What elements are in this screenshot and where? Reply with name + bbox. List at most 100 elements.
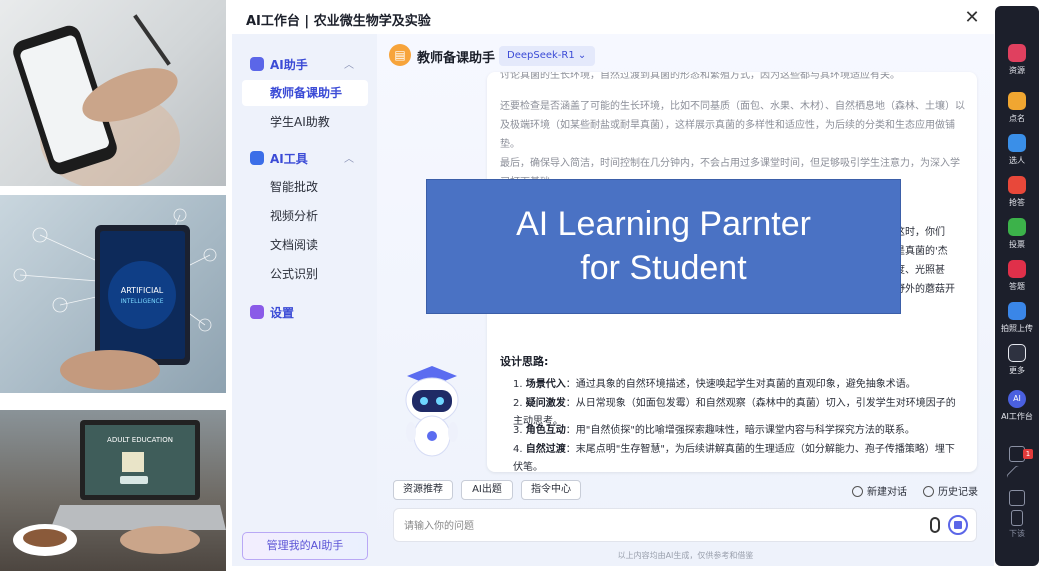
- history-label: 历史记录: [938, 487, 978, 498]
- design-item: 3. 角色互动：用"自然侦探"的比喻增强探索趣味性，暗示课堂内容与科学探究方法的…: [513, 422, 957, 440]
- pen-icon[interactable]: [1005, 464, 1029, 488]
- toolbar-label: 答题: [1009, 282, 1025, 291]
- sidebar-section-ai-tools[interactable]: AI工具 ︿: [250, 150, 354, 167]
- toolbar-label: AI工作台: [1001, 412, 1033, 421]
- notification-badge: 1: [1023, 449, 1033, 459]
- chevron-up-icon: ︿: [344, 60, 354, 71]
- section-label: AI工具: [270, 152, 308, 166]
- laptop-illustration: ADULT EDUCATION: [13, 420, 226, 556]
- sidebar-item-formula[interactable]: 公式识别: [242, 261, 368, 287]
- chat-input-box: [393, 508, 977, 542]
- toolbar-roll-call[interactable]: 点名: [995, 92, 1039, 124]
- robot-mascot: [405, 366, 459, 457]
- settings-label: 设置: [270, 306, 295, 320]
- calendar-icon: [1008, 92, 1026, 110]
- laptop-caption: ADULT EDUCATION: [107, 436, 173, 444]
- toolbar-label: 资源: [1009, 66, 1025, 75]
- folder-icon: [1008, 44, 1026, 62]
- menu-icon: [1008, 344, 1026, 362]
- classroom-toolbar: 资源 点名 选人 抢答 投票 答题 拍照上传 更多 AI AI工作台 1 下该: [995, 6, 1039, 566]
- crop-icon[interactable]: [1009, 490, 1025, 506]
- hand-icon: [1008, 134, 1026, 152]
- toolbar-label: 点名: [1009, 114, 1025, 123]
- toolbar-label: 拍照上传: [1001, 324, 1033, 333]
- screen: ARTIFICIAL INTELLIGENCE ADULT EDUCATION …: [0, 0, 1046, 571]
- toolbar-more[interactable]: 更多: [995, 344, 1039, 376]
- tablet-illustration: ARTIFICIAL INTELLIGENCE: [13, 208, 217, 390]
- settings-icon: [250, 305, 264, 319]
- design-item-text: ：通过具象的自然环境描述，快速唤起学生对真菌的直观印象，避免抽象术语。: [565, 379, 916, 390]
- toolbar-label: 更多: [1009, 366, 1025, 375]
- tools-icon: [250, 151, 264, 165]
- tablet-caption-1: ARTIFICIAL: [121, 286, 164, 295]
- design-item-head: 场景代入: [525, 379, 566, 390]
- photo-phone: [0, 0, 226, 186]
- question-input[interactable]: [404, 517, 904, 535]
- sidebar-item-teacher-assistant[interactable]: 教师备课助手: [242, 80, 368, 106]
- banner-line-2: for Student: [580, 249, 747, 287]
- toolbar-vote[interactable]: 投票: [995, 218, 1039, 250]
- collapse-icon[interactable]: [1011, 510, 1023, 526]
- design-item-number: 4.: [513, 444, 523, 455]
- toolbar-label: 抢答: [1009, 198, 1025, 207]
- response-paragraph: 讨论真菌的生长环境，自然过渡到真菌的形态和繁殖方式，因为这些都与其环境适应有关。: [500, 72, 900, 81]
- sidebar-section-ai-assistant[interactable]: AI助手 ︿: [250, 56, 354, 73]
- photo-tablet: ARTIFICIAL INTELLIGENCE: [0, 195, 226, 393]
- toolbar-photo-upload[interactable]: 拍照上传: [995, 302, 1039, 334]
- sidebar-item-video-analysis[interactable]: 视频分析: [242, 203, 368, 229]
- model-selector[interactable]: DeepSeek-R1 ⌄: [499, 46, 595, 66]
- toolbar-quiz[interactable]: 答题: [995, 260, 1039, 292]
- section-label: AI助手: [270, 58, 308, 72]
- response-paragraph: 还要检查是否涵盖了可能的生长环境，比如不同基质（面包、水果、木材）、自然栖息地（…: [500, 101, 965, 150]
- design-item-number: 2.: [513, 398, 523, 409]
- sidebar-item-doc-reading[interactable]: 文档阅读: [242, 232, 368, 258]
- banner-line-1: AI Learning Parnter: [516, 205, 811, 243]
- history-icon: [923, 486, 934, 497]
- toolbar-pick-student[interactable]: 选人: [995, 134, 1039, 166]
- toolbar-label: 投票: [1009, 240, 1025, 249]
- image-icon: [1008, 302, 1026, 320]
- close-button[interactable]: ✕: [960, 6, 984, 30]
- assistant-title: 教师备课助手: [417, 51, 496, 66]
- new-chat-label: 新建对话: [867, 487, 907, 498]
- bar-chart-icon: [1008, 218, 1026, 236]
- promo-banner: AI Learning Parnter for Student: [426, 179, 901, 314]
- toolbar-label: 选人: [1009, 156, 1025, 165]
- design-item-text: ：用"自然侦探"的比喻增强探索趣味性，暗示课堂内容与科学探究方法的联系。: [565, 425, 915, 436]
- design-heading: 设计思路:: [500, 355, 549, 368]
- design-item-head: 角色互动: [525, 425, 566, 436]
- design-item-head: 疑问激发: [525, 398, 566, 409]
- design-item-head: 自然过渡: [525, 444, 566, 455]
- design-item-number: 3.: [513, 425, 523, 436]
- quiz-icon: [1008, 260, 1026, 278]
- tablet-caption-2: INTELLIGENCE: [120, 298, 163, 305]
- sidebar: AI助手 ︿ 教师备课助手 学生AI助教 AI工具 ︿ 智能批改 视频分析 文档…: [232, 34, 377, 566]
- design-item: 4. 自然过渡：末尾点明"生存智慧"，为后续讲解真菌的生理适应（如分解能力、孢子…: [513, 441, 957, 472]
- resource-recommend-button[interactable]: 资源推荐: [393, 480, 453, 500]
- sidebar-item-grading[interactable]: 智能批改: [242, 174, 368, 200]
- ai-quiz-button[interactable]: AI出题: [461, 480, 513, 500]
- toolbar-ai-workbench[interactable]: AI AI工作台: [995, 390, 1039, 422]
- toolbar-resources[interactable]: 资源: [995, 44, 1039, 76]
- command-center-button[interactable]: 指令中心: [521, 480, 581, 500]
- notebook-icon: ▤: [389, 44, 411, 66]
- window-title: AI工作台 | 农业微生物学及实验: [246, 14, 431, 29]
- photo-laptop: ADULT EDUCATION: [0, 410, 226, 571]
- design-item: 1. 场景代入：通过具象的自然环境描述，快速唤起学生对真菌的直观印象，避免抽象术…: [513, 376, 957, 394]
- sidebar-item-student-assistant[interactable]: 学生AI助教: [242, 109, 368, 135]
- new-chat-button[interactable]: 新建对话: [852, 483, 907, 498]
- robot-icon: [250, 57, 264, 71]
- design-item-text: ：末尾点明"生存智慧"，为后续讲解真菌的生理适应（如分解能力、孢子传播策略）埋下…: [513, 444, 955, 472]
- titlebar: AI工作台 | 农业微生物学及实验 ✕: [232, 4, 994, 34]
- manage-assistants-button[interactable]: 管理我的AI助手: [242, 532, 368, 560]
- plus-icon: [852, 486, 863, 497]
- sidebar-settings[interactable]: 设置: [250, 304, 294, 321]
- phone-illustration: [13, 14, 180, 186]
- lightning-icon: [1008, 176, 1026, 194]
- bottom-label[interactable]: 下该: [995, 528, 1039, 539]
- ai-disclaimer: 以上内容均由AI生成，仅供参考和借鉴: [617, 551, 754, 560]
- send-button[interactable]: [948, 515, 968, 535]
- microphone-icon[interactable]: [930, 517, 940, 533]
- toolbar-quick-answer[interactable]: 抢答: [995, 176, 1039, 208]
- history-button[interactable]: 历史记录: [923, 483, 978, 498]
